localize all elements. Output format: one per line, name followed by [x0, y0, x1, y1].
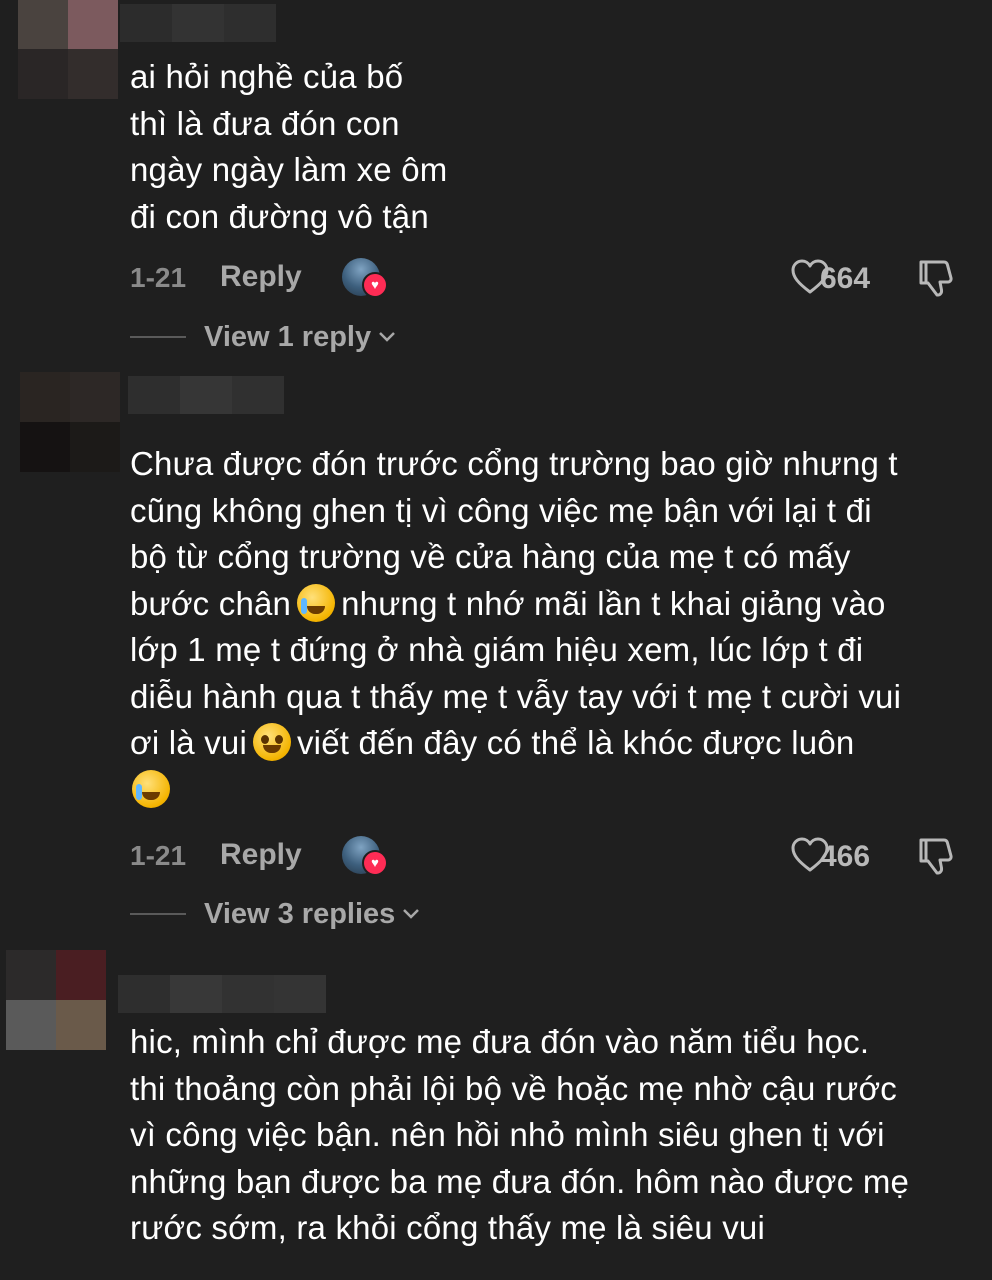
like-count: 664: [820, 262, 871, 295]
username-blurred[interactable]: [118, 975, 326, 1013]
avatar[interactable]: [18, 0, 118, 99]
view-replies-button[interactable]: View 3 replies: [130, 894, 421, 934]
comment-text-part-3: viết đến đây có thể là khóc được luôn: [296, 724, 855, 761]
reply-button[interactable]: Reply: [220, 260, 302, 294]
like-count: 466: [820, 840, 871, 873]
view-replies-label: View 3 replies: [204, 897, 396, 930]
reply-button[interactable]: Reply: [220, 838, 302, 872]
view-replies-button[interactable]: View 1 reply: [130, 317, 397, 357]
comment-date: 1-21: [130, 262, 187, 293]
comment-actions: 1-21 Reply ♥ 466: [130, 836, 956, 880]
thumbs-down-icon[interactable]: [916, 258, 956, 298]
replies-divider: [130, 913, 186, 915]
chevron-down-icon: [379, 332, 396, 342]
comment-text: ai hỏi nghề của bố thì là đưa đón con ng…: [130, 58, 448, 235]
replies-divider: [130, 336, 186, 338]
username-blurred[interactable]: [128, 376, 284, 414]
comment-text: hic, mình chỉ được mẹ đưa đón vào năm ti…: [130, 1023, 910, 1246]
comment-date: 1-21: [130, 840, 187, 871]
comment-actions: 1-21 Reply ♥ 664: [130, 258, 956, 302]
crying-face-emoji-icon: [132, 769, 170, 808]
comment-text: Chưa được đón trước cổng trường bao giờ …: [130, 441, 972, 813]
view-replies-label: View 1 reply: [204, 320, 372, 353]
username-blurred[interactable]: [120, 4, 276, 42]
creator-heart-icon: ♥: [362, 272, 388, 298]
creator-heart-icon: ♥: [362, 850, 388, 876]
avatar[interactable]: [20, 372, 120, 472]
avatar[interactable]: [6, 950, 106, 1050]
chevron-down-icon: [403, 909, 420, 919]
rofl-emoji-icon: [297, 583, 336, 622]
thumbs-down-icon[interactable]: [916, 836, 956, 876]
pleading-face-emoji-icon: [252, 723, 291, 761]
